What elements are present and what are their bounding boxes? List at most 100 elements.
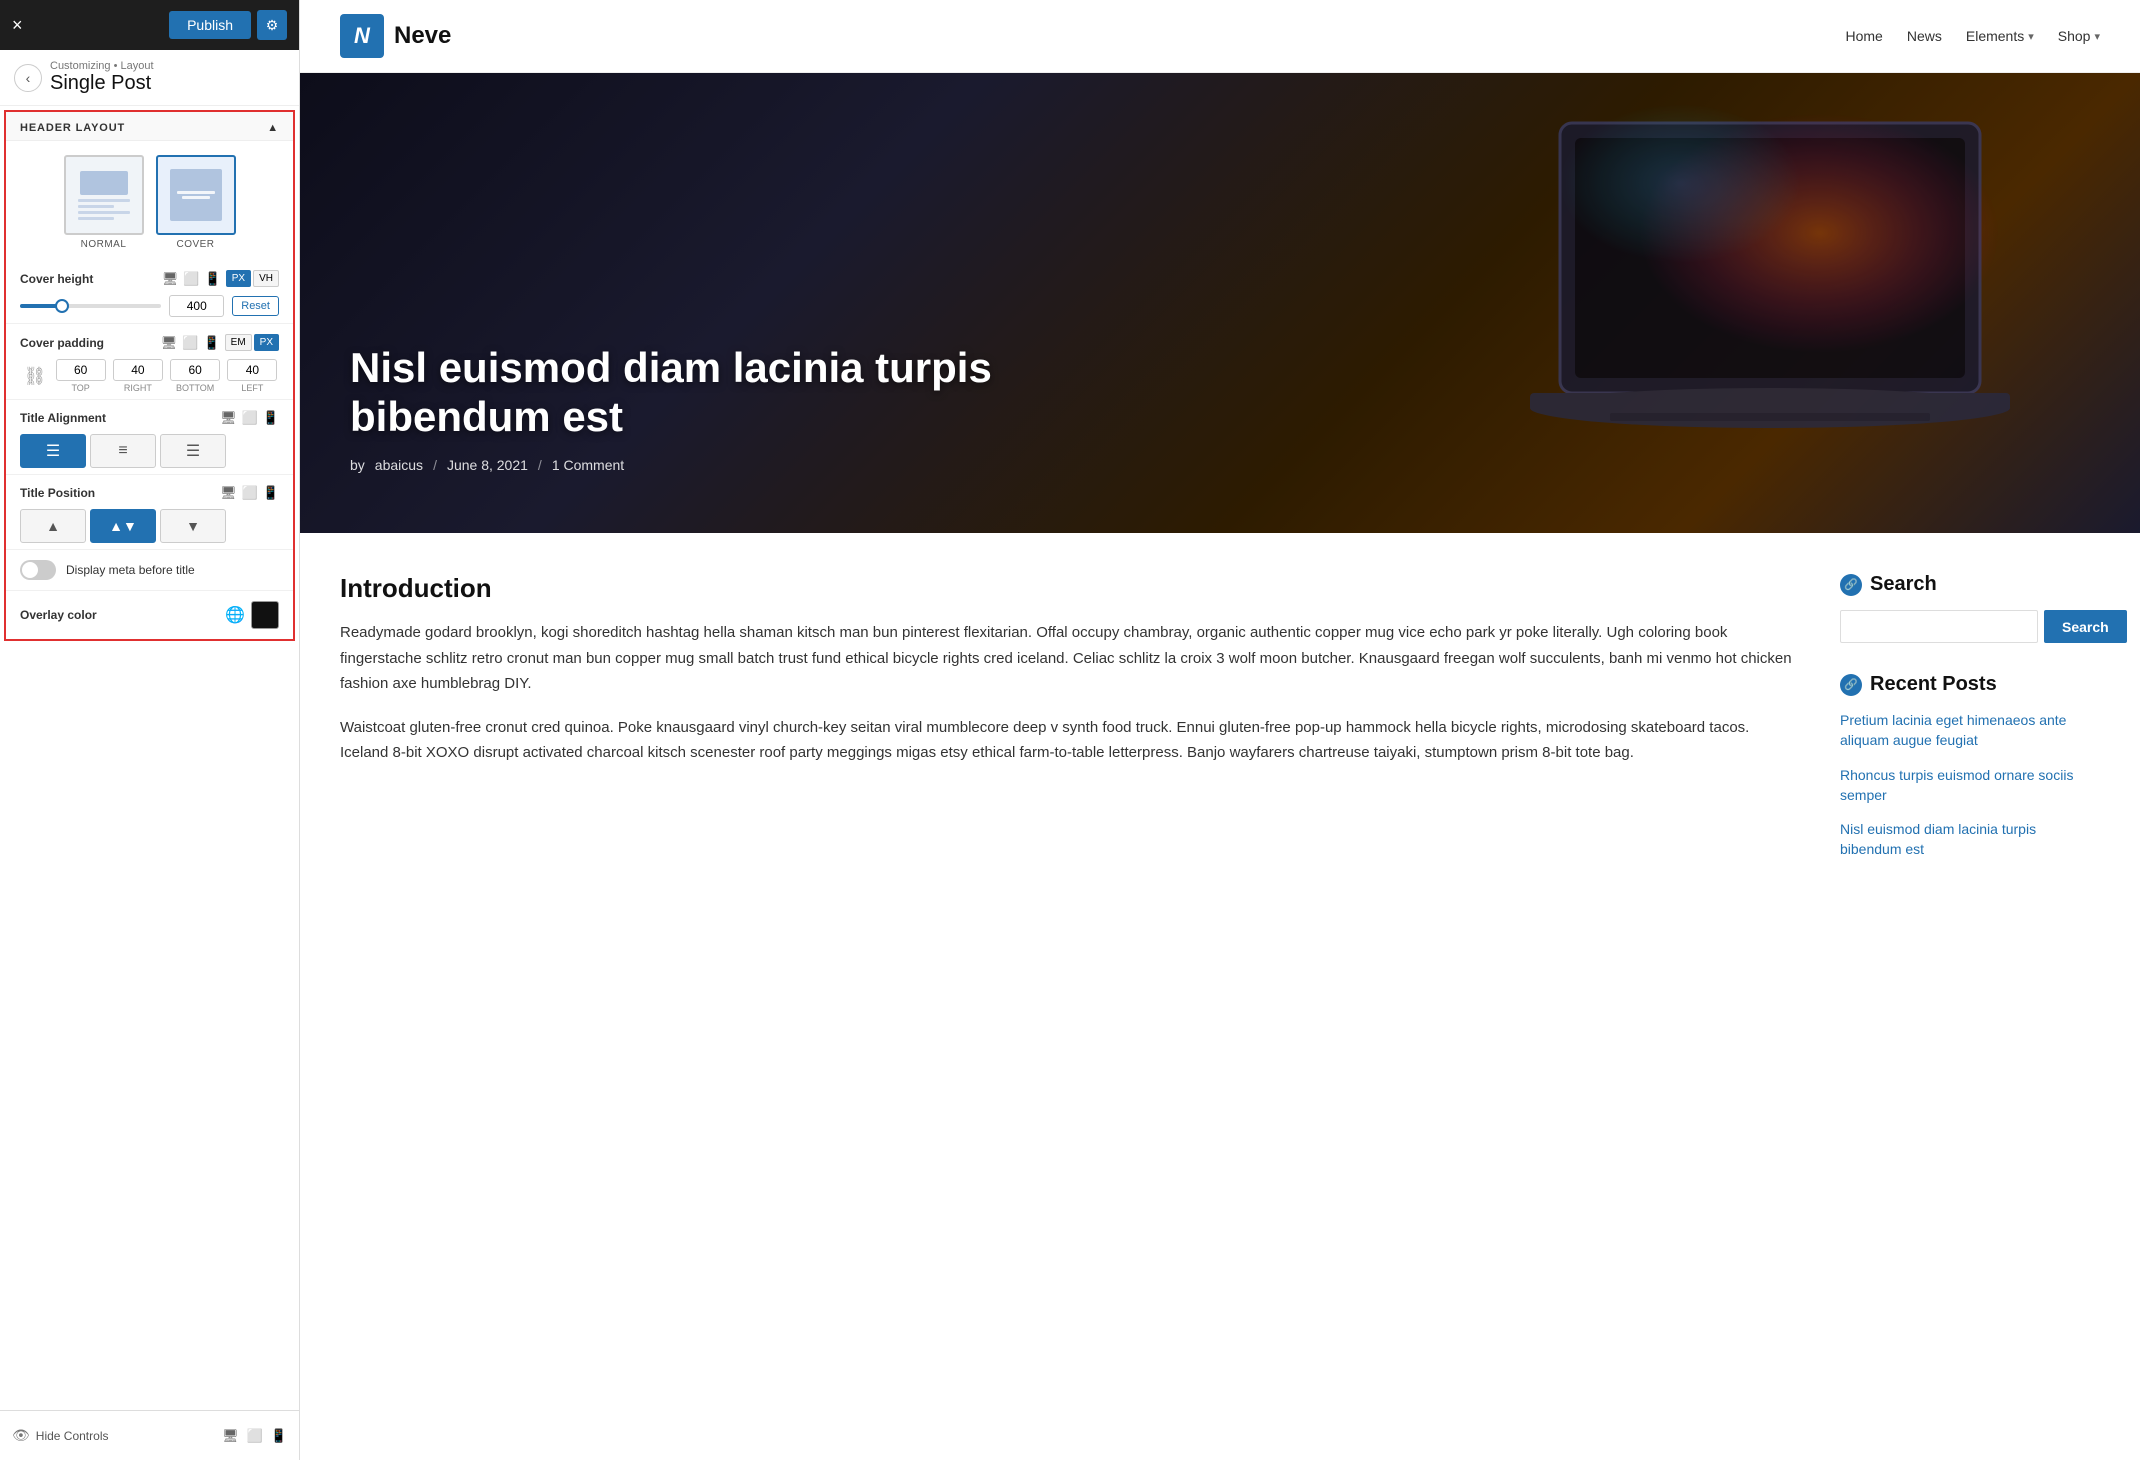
- title-alignment-label: Title Alignment: [20, 411, 106, 425]
- cover-height-control: Cover height 🖥 ⬜ 📱 PX VH: [6, 260, 293, 324]
- article-para-1: Readymade godard brooklyn, kogi shoredit…: [340, 620, 1800, 697]
- search-input[interactable]: [1840, 610, 2038, 643]
- desktop-icon-tp[interactable]: 🖥: [220, 485, 237, 501]
- search-title-text: Search: [1870, 573, 1937, 596]
- hero-content: Nisl euismod diam lacinia turpis bibendu…: [350, 344, 2090, 473]
- cover-padding-label-row: Cover padding 🖥 ⬜ 📱 EM PX: [20, 334, 279, 351]
- overlay-color-swatch[interactable]: [251, 601, 279, 629]
- cover-label: COVER: [156, 239, 236, 250]
- link-padding-icon[interactable]: ⛓: [20, 366, 50, 387]
- vh-unit-btn[interactable]: VH: [253, 270, 279, 287]
- align-left-btn[interactable]: ☰: [20, 434, 86, 468]
- nav-shop[interactable]: Shop ▾: [2058, 28, 2100, 44]
- tablet-icon-tp[interactable]: ⬜: [242, 485, 258, 501]
- site-logo: N Neve: [340, 14, 451, 58]
- cover-height-label: Cover height: [20, 272, 93, 286]
- cover-height-slider[interactable]: [20, 304, 161, 308]
- desktop-icon-b[interactable]: 🖥: [222, 1428, 239, 1444]
- top-bar: × Publish ⚙: [0, 0, 299, 50]
- align-center-btn[interactable]: ≡: [90, 434, 156, 468]
- recent-post-3[interactable]: Nisl euismod diam lacinia turpis bibendu…: [1840, 819, 2100, 860]
- alignment-buttons: ☰ ≡ ☰: [20, 434, 279, 468]
- nav-elements[interactable]: Elements ▾: [1966, 28, 2034, 44]
- customizer-panel: × Publish ⚙ ‹ Customizing • Layout Singl…: [0, 0, 300, 1460]
- padding-top-wrap: TOP: [54, 359, 107, 393]
- tablet-icon-a[interactable]: ⬜: [242, 410, 258, 426]
- nav-news[interactable]: News: [1907, 28, 1942, 44]
- em-unit-btn[interactable]: EM: [225, 334, 252, 351]
- recent-post-1[interactable]: Pretium lacinia eget himenaeos ante aliq…: [1840, 710, 2100, 751]
- display-meta-toggle[interactable]: [20, 560, 56, 580]
- normal-layout-box: [64, 155, 144, 235]
- padding-right-input[interactable]: [113, 359, 163, 381]
- tablet-icon-b[interactable]: ⬜: [247, 1428, 263, 1444]
- mobile-icon-a[interactable]: 📱: [263, 410, 279, 426]
- align-right-btn[interactable]: ☰: [160, 434, 226, 468]
- collapse-icon[interactable]: ▲: [267, 122, 279, 134]
- cover-line-2: [182, 196, 210, 199]
- slider-thumb[interactable]: [55, 299, 69, 313]
- main-area: Introduction Readymade godard brooklyn, …: [300, 533, 2140, 930]
- padding-left-input[interactable]: [227, 359, 277, 381]
- desktop-icon[interactable]: 🖥: [162, 271, 179, 287]
- close-button[interactable]: ×: [12, 15, 23, 36]
- bottom-bar: 👁 Hide Controls 🖥 ⬜ 📱: [0, 1410, 299, 1460]
- padding-bottom-input[interactable]: [170, 359, 220, 381]
- desktop-icon-p[interactable]: 🖥: [161, 335, 178, 351]
- padding-top-input[interactable]: [56, 359, 106, 381]
- breadcrumb: ‹ Customizing • Layout Single Post: [0, 50, 299, 106]
- site-header: N Neve Home News Elements ▾ Shop ▾: [300, 0, 2140, 73]
- settings-button[interactable]: ⚙: [257, 10, 287, 40]
- title-position-label-row: Title Position 🖥 ⬜ 📱: [20, 485, 279, 501]
- layout-normal[interactable]: NORMAL: [64, 155, 144, 250]
- layout-options: NORMAL COVER: [6, 141, 293, 260]
- px-unit-btn-p[interactable]: PX: [254, 334, 279, 351]
- cover-padding-control: Cover padding 🖥 ⬜ 📱 EM PX ⛓: [6, 324, 293, 400]
- normal-line-4: [78, 217, 114, 220]
- padding-grid: ⛓ TOP RIGHT BOTTOM LEFT: [20, 359, 279, 393]
- nav-home[interactable]: Home: [1846, 28, 1883, 44]
- site-name: Neve: [394, 22, 451, 50]
- recent-post-2[interactable]: Rhoncus turpis euismod ornare sociis sem…: [1840, 765, 2100, 806]
- padding-bottom-wrap: BOTTOM: [169, 359, 222, 393]
- padding-unit-buttons: EM PX: [225, 334, 279, 351]
- position-middle-btn[interactable]: ▲▼: [90, 509, 156, 543]
- search-button[interactable]: Search: [2044, 610, 2127, 643]
- logo-icon: N: [340, 14, 384, 58]
- position-buttons: ▲ ▲▼ ▼: [20, 509, 279, 543]
- layout-cover[interactable]: COVER: [156, 155, 236, 250]
- recent-posts-title-text: Recent Posts: [1870, 673, 1997, 696]
- global-color-icon[interactable]: 🌐: [225, 605, 245, 625]
- article-body: Readymade godard brooklyn, kogi shoredit…: [340, 620, 1800, 766]
- cover-layout-box: [156, 155, 236, 235]
- tablet-icon[interactable]: ⬜: [183, 271, 199, 287]
- publish-button[interactable]: Publish: [169, 11, 251, 39]
- display-meta-label: Display meta before title: [66, 563, 195, 577]
- desktop-icon-a[interactable]: 🖥: [220, 410, 237, 426]
- cover-line-1: [177, 191, 215, 194]
- position-bottom-btn[interactable]: ▼: [160, 509, 226, 543]
- cover-height-slider-row: Reset: [20, 295, 279, 317]
- toggle-knob: [22, 562, 38, 578]
- preview-panel: N Neve Home News Elements ▾ Shop ▾: [300, 0, 2140, 1460]
- title-position-device-icons: 🖥 ⬜ 📱: [220, 485, 279, 501]
- hide-controls-button[interactable]: 👁 Hide Controls: [12, 1427, 108, 1444]
- mobile-icon-b[interactable]: 📱: [271, 1428, 287, 1444]
- cover-height-controls: 🖥 ⬜ 📱 PX VH: [162, 270, 279, 287]
- shop-chevron-icon: ▾: [2094, 30, 2100, 43]
- search-widget-title: 🔗 Search: [1840, 573, 2100, 596]
- mobile-icon-tp[interactable]: 📱: [263, 485, 279, 501]
- mobile-icon-p[interactable]: 📱: [203, 335, 219, 351]
- px-unit-btn[interactable]: PX: [226, 270, 251, 287]
- padding-bottom-label: BOTTOM: [176, 383, 214, 393]
- position-top-btn[interactable]: ▲: [20, 509, 86, 543]
- mobile-icon[interactable]: 📱: [205, 271, 221, 287]
- breadcrumb-text-area: Customizing • Layout Single Post: [50, 60, 154, 95]
- back-button[interactable]: ‹: [14, 64, 42, 92]
- padding-left-wrap: LEFT: [226, 359, 279, 393]
- tablet-icon-p[interactable]: ⬜: [182, 335, 198, 351]
- cover-height-input[interactable]: [169, 295, 224, 317]
- panel-content: HEADER LAYOUT ▲: [0, 106, 299, 1460]
- search-widget-icon: 🔗: [1840, 574, 1862, 596]
- cover-height-reset-btn[interactable]: Reset: [232, 296, 279, 316]
